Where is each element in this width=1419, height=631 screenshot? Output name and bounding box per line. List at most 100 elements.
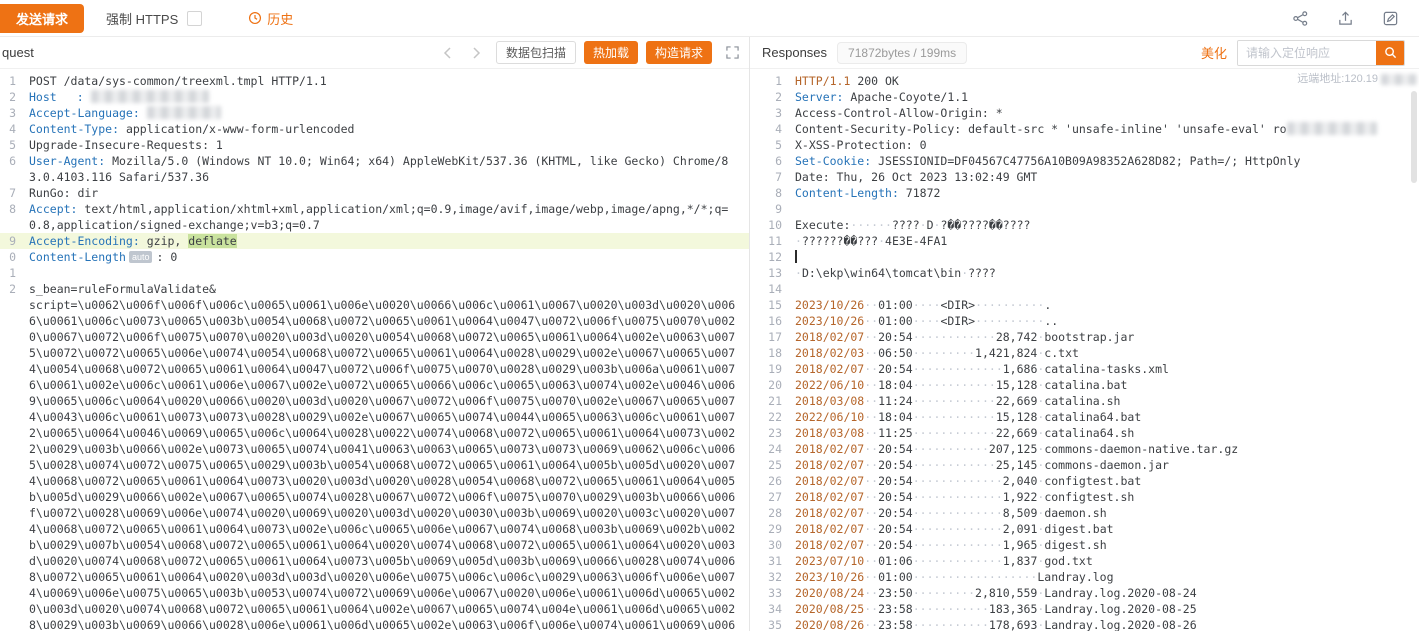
code-line[interactable]: 162023/10/26··01:00····<DIR>··········.. xyxy=(750,313,1419,329)
history-button[interactable]: 历史 xyxy=(248,9,293,28)
code-line[interactable]: 202022/06/10··18:04············15,128·ca… xyxy=(750,377,1419,393)
code-line[interactable]: 12 xyxy=(750,249,1419,265)
code-line[interactable]: 19 2018/02/07··20:54·············1,686·ca… xyxy=(750,361,1419,377)
code-line-text: 2022/06/10··18:04············15,128·cata… xyxy=(795,409,1419,425)
code-line[interactable]: 262018/02/07··20:54·············2,040·co… xyxy=(750,473,1419,489)
beautify-button[interactable]: 美化 xyxy=(1201,43,1227,62)
code-line[interactable]: 24 2018/02/07··20:54···········207,125·co… xyxy=(750,441,1419,457)
code-line-text: Upgrade-Insecure-Requests: 1 xyxy=(29,137,749,153)
force-https-checkbox[interactable] xyxy=(187,11,202,26)
line-number: 1 xyxy=(750,73,782,89)
code-line[interactable]: 3Access-Control-Allow-Origin: * xyxy=(750,105,1419,121)
line-number: 3 xyxy=(750,105,782,121)
code-line-text: 2018/03/08··11:24············22,669·cata… xyxy=(795,393,1419,409)
code-line[interactable]: 2Server: Apache-Coyote/1.1 xyxy=(750,89,1419,105)
search-button[interactable] xyxy=(1376,41,1404,65)
code-line[interactable]: 9 xyxy=(750,201,1419,217)
code-line[interactable]: 1 xyxy=(0,265,749,281)
code-line[interactable]: 5X-XSS-Protection: 0 xyxy=(750,137,1419,153)
code-line[interactable]: 9Accept-Encoding: gzip, deflate xyxy=(0,233,749,249)
code-line-text: 2018/03/08··11:25············22,669·cata… xyxy=(795,425,1419,441)
code-line[interactable]: 8Content-Length: 71872 xyxy=(750,185,1419,201)
code-line[interactable]: 342020/08/25··23:58···········183,365·La… xyxy=(750,601,1419,617)
code-line[interactable]: 172018/02/07··20:54············28,742·bo… xyxy=(750,329,1419,345)
code-line[interactable]: 4Content-Type: application/x-www-form-ur… xyxy=(0,121,749,137)
remote-address: 远端地址:120.19 xyxy=(1297,71,1417,87)
code-line-text: 2018/02/07··20:54···········207,125·comm… xyxy=(795,441,1419,457)
share-icon[interactable] xyxy=(1292,10,1309,27)
line-number: 35 xyxy=(750,617,782,631)
code-line-text: Content-Lengthauto: 0 xyxy=(29,249,749,265)
request-panel: quest 数据包扫描 热加载 构造请求 1POST /data/sys-com… xyxy=(0,37,750,631)
code-line[interactable]: 222022/06/10··18:04············15,128·ca… xyxy=(750,409,1419,425)
code-line-text: 2018/02/07··20:54·············1,965·dige… xyxy=(795,537,1419,553)
code-line[interactable]: 2s_bean=ruleFormulaValidate&script=\u006… xyxy=(0,281,749,631)
code-line[interactable]: 322023/10/26··01:00··················Lan… xyxy=(750,569,1419,585)
code-line-text: Execute:······????·D·?��????��???? xyxy=(795,217,1419,233)
code-line-text: ·??????��???·4E3E-4FA1 xyxy=(795,233,1419,249)
line-number: 9 xyxy=(0,233,16,249)
code-line-text: POST /data/sys-common/treexml.tmpl HTTP/… xyxy=(29,73,749,89)
code-line[interactable]: 2Host: xyxy=(0,89,749,105)
code-line[interactable]: 182018/02/03··06:50·········1,421,824·c.… xyxy=(750,345,1419,361)
code-line[interactable]: 272018/02/07··20:54·············1,922·co… xyxy=(750,489,1419,505)
code-line-text: 2018/02/07··20:54·············2,040·conf… xyxy=(795,473,1419,489)
code-line[interactable]: 14 xyxy=(750,281,1419,297)
fullscreen-icon[interactable] xyxy=(726,46,739,59)
code-line[interactable]: 252018/02/07··20:54············25,145·co… xyxy=(750,457,1419,473)
code-line[interactable]: 152023/10/26··01:00····<DIR>··········. xyxy=(750,297,1419,313)
line-number: 31 xyxy=(750,553,782,569)
line-number: 19 xyxy=(750,361,782,377)
code-line[interactable]: 212018/03/08··11:24············22,669·ca… xyxy=(750,393,1419,409)
code-line[interactable]: 5Upgrade-Insecure-Requests: 1 xyxy=(0,137,749,153)
line-number: 14 xyxy=(750,281,782,297)
request-editor[interactable]: 1 POST /data/sys-common/treexml.tmpl HTTP… xyxy=(0,69,749,631)
code-line-text: RunGo: dir xyxy=(29,185,749,201)
code-line[interactable]: 3Accept-Language: xyxy=(0,105,749,121)
code-line[interactable]: 23 2018/03/08··11:25············22,669·ca… xyxy=(750,425,1419,441)
code-line[interactable]: 11·??????��???·4E3E-4FA1 xyxy=(750,233,1419,249)
line-number: 4 xyxy=(750,121,782,137)
line-number: 24 xyxy=(750,441,782,457)
code-line-text: 2018/02/07··20:54·············1,686·cata… xyxy=(795,361,1419,377)
code-line[interactable]: 0 Content-Lengthauto: 0 xyxy=(0,249,749,265)
scrollbar-thumb[interactable] xyxy=(1411,91,1417,183)
hot-reload-button[interactable]: 热加载 xyxy=(584,41,638,64)
edit-square-icon[interactable] xyxy=(1382,10,1399,27)
responses-tab[interactable]: Responses xyxy=(762,45,827,60)
line-number: 13 xyxy=(750,265,782,281)
line-number: 23 xyxy=(750,425,782,441)
export-icon[interactable] xyxy=(1337,10,1354,27)
line-number: 0 xyxy=(0,249,16,265)
prev-arrow-icon[interactable] xyxy=(442,46,454,60)
build-request-button[interactable]: 构造请求 xyxy=(646,41,712,64)
response-search-input[interactable] xyxy=(1238,41,1376,65)
code-line[interactable]: 7RunGo: dir xyxy=(0,185,749,201)
code-line[interactable]: 6User-Agent: Mozilla/5.0 (Windows NT 10.… xyxy=(0,153,749,185)
packet-scan-button[interactable]: 数据包扫描 xyxy=(496,41,576,64)
code-line[interactable]: 10Execute:······????·D·?��????��???? xyxy=(750,217,1419,233)
code-line[interactable]: 332020/08/24··23:50·········2,810,559·La… xyxy=(750,585,1419,601)
code-line[interactable]: 302018/02/07··20:54·············1,965·di… xyxy=(750,537,1419,553)
next-arrow-icon[interactable] xyxy=(470,46,482,60)
code-line[interactable]: 13·D:\ekp\win64\tomcat\bin·???? xyxy=(750,265,1419,281)
response-editor[interactable]: 远端地址:120.19 1HTTP/1.1 200 OK2Server: Apa… xyxy=(750,69,1419,631)
search-icon xyxy=(1384,46,1397,59)
code-line[interactable]: 352020/08/26··23:58···········178,693·La… xyxy=(750,617,1419,631)
line-number: 28 xyxy=(750,505,782,521)
main-split: quest 数据包扫描 热加载 构造请求 1POST /data/sys-com… xyxy=(0,37,1419,631)
code-line[interactable]: 292018/02/07··20:54·············2,091·di… xyxy=(750,521,1419,537)
code-line-text: Content-Length: 71872 xyxy=(795,185,1419,201)
send-request-button[interactable]: 发送请求 xyxy=(0,4,84,33)
code-line-text: User-Agent: Mozilla/5.0 (Windows NT 10.0… xyxy=(29,153,749,185)
line-number: 2 xyxy=(750,89,782,105)
code-line[interactable]: 312023/07/10··01:06·············1,837·go… xyxy=(750,553,1419,569)
code-line[interactable]: 282018/02/07··20:54·············8,509·da… xyxy=(750,505,1419,521)
code-line-text: 2020/08/25··23:58···········183,365·Land… xyxy=(795,601,1419,617)
code-line[interactable]: 7Date: Thu, 26 Oct 2023 13:02:49 GMT xyxy=(750,169,1419,185)
code-line[interactable]: 8Accept: text/html,application/xhtml+xml… xyxy=(0,201,749,233)
code-line[interactable]: 1POST /data/sys-common/treexml.tmpl HTTP… xyxy=(0,73,749,89)
code-line[interactable]: 4Content-Security-Policy: default-src * … xyxy=(750,121,1419,137)
code-line-text xyxy=(795,201,1419,217)
code-line[interactable]: 6Set-Cookie: JSESSIONID=DF04567C47756A10… xyxy=(750,153,1419,169)
